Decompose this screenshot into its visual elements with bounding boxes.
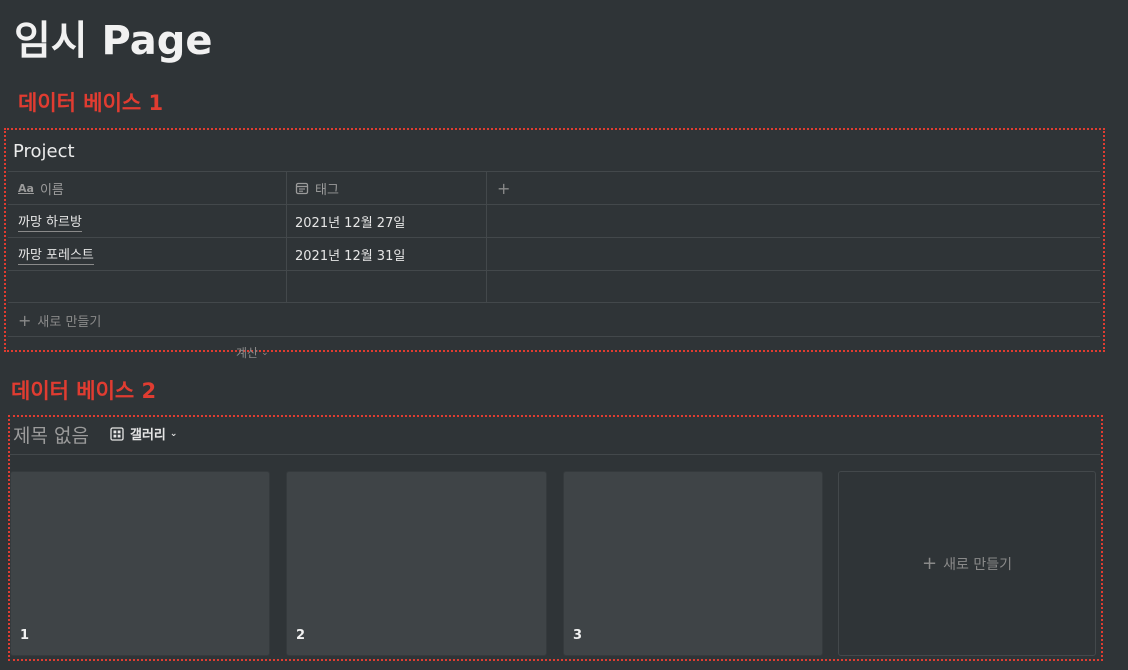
- database-title[interactable]: Project: [13, 141, 75, 162]
- chevron-down-icon: ⌄: [169, 428, 178, 439]
- table-cell-name[interactable]: 까망 포레스트: [8, 238, 286, 270]
- annotation-label-database-1: 데이터 베이스 1: [18, 91, 164, 115]
- text-icon: Aa: [18, 181, 34, 195]
- new-row-button[interactable]: + 새로 만들기: [8, 304, 1100, 337]
- gallery-card[interactable]: 3: [563, 471, 823, 656]
- gallery-icon: [110, 426, 124, 441]
- card-title: 2: [296, 628, 306, 643]
- new-card-button[interactable]: + 새로 만들기: [838, 471, 1096, 656]
- column-header-name[interactable]: Aa 이름: [8, 172, 286, 204]
- table-cell-name[interactable]: [8, 271, 286, 302]
- database-title[interactable]: 제목 없음: [13, 421, 89, 448]
- calendar-icon: [295, 181, 309, 195]
- view-selector-gallery[interactable]: 갤러리 ⌄: [110, 424, 177, 443]
- table-row-empty[interactable]: [8, 270, 1100, 303]
- divider: [10, 454, 1100, 455]
- plus-icon: +: [497, 178, 511, 198]
- gallery-card[interactable]: 2: [286, 471, 547, 656]
- plus-icon: +: [922, 553, 938, 574]
- column-header-label: 이름: [39, 182, 64, 198]
- calculate-button[interactable]: 계산 ⌄: [236, 344, 269, 361]
- table-cell-empty[interactable]: [486, 205, 1100, 237]
- table-cell-date[interactable]: 2021년 12월 31일: [286, 238, 486, 270]
- table-cell-empty[interactable]: [486, 238, 1100, 270]
- card-title: 1: [20, 628, 30, 643]
- add-column-button[interactable]: +: [486, 172, 1100, 204]
- table-cell-date[interactable]: 2021년 12월 27일: [286, 205, 486, 237]
- database-table: Aa 이름 태그 + 까망 하르방 2021년 12월 27일 까망 포레스트 …: [8, 171, 1100, 303]
- plus-icon: +: [18, 310, 32, 330]
- chevron-down-icon: ⌄: [261, 347, 269, 358]
- column-header-label: 태그: [315, 182, 339, 198]
- card-title: 3: [573, 628, 583, 643]
- annotation-label-database-2: 데이터 베이스 2: [11, 379, 157, 403]
- table-cell-name[interactable]: 까망 하르방: [8, 205, 286, 237]
- page-title[interactable]: 임시 Page: [14, 8, 213, 66]
- column-header-tag[interactable]: 태그: [286, 172, 486, 204]
- table-row[interactable]: 까망 하르방 2021년 12월 27일: [8, 204, 1100, 237]
- table-header-row: Aa 이름 태그 +: [8, 171, 1100, 204]
- gallery-card[interactable]: 1: [10, 471, 270, 656]
- table-row[interactable]: 까망 포레스트 2021년 12월 31일: [8, 237, 1100, 270]
- table-cell-empty[interactable]: [486, 271, 1100, 302]
- table-cell-date[interactable]: [286, 271, 486, 302]
